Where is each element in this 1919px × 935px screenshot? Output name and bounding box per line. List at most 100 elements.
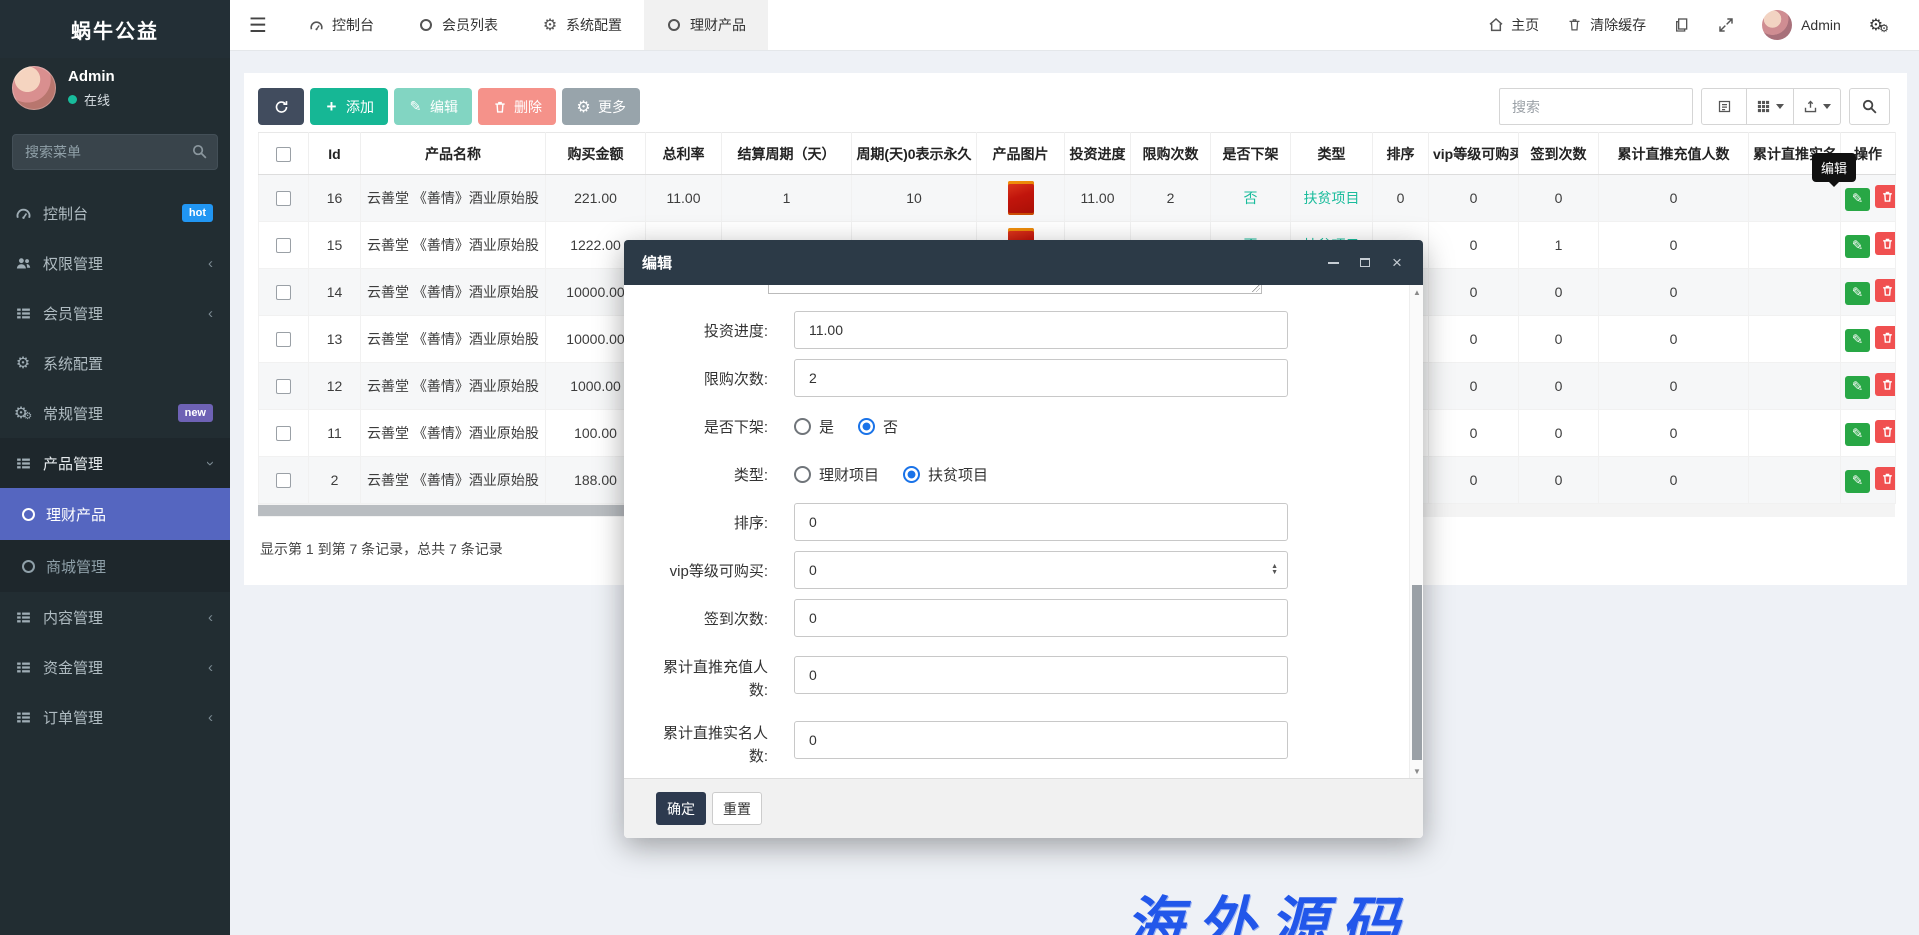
row-checkbox[interactable] — [276, 426, 291, 441]
table-header: Id产品名称购买金额总利率结算周期（天）周期(天)0表示永久产品图片投资进度限购… — [259, 133, 1896, 175]
row-checkbox[interactable] — [276, 473, 291, 488]
clear-cache-button[interactable]: 清除缓存 — [1553, 0, 1660, 50]
radio-input[interactable] — [794, 466, 811, 483]
user-status-label: 在线 — [84, 90, 110, 109]
top-navbar: ☰ 控制台 会员列表 ⚙ 系统配置 理财产品 主页 — [230, 0, 1919, 51]
form-row: 签到次数: — [650, 599, 1423, 637]
add-button[interactable]: + 添加 — [310, 88, 388, 125]
row-delete-button[interactable] — [1875, 420, 1896, 443]
row-delete-button[interactable] — [1875, 467, 1896, 490]
reset-button[interactable]: 重置 — [712, 792, 762, 825]
field-label: 签到次数: — [650, 599, 768, 637]
detail-view-button[interactable] — [1701, 88, 1747, 125]
select-all-checkbox[interactable] — [276, 147, 291, 162]
home-button[interactable]: 主页 — [1474, 0, 1553, 50]
export-button[interactable] — [1794, 88, 1841, 125]
sidebar-search-input[interactable] — [12, 134, 218, 170]
field-input[interactable] — [794, 503, 1288, 541]
field-input[interactable] — [794, 599, 1288, 637]
maximize-icon[interactable] — [1357, 255, 1373, 271]
row-checkbox[interactable] — [276, 379, 291, 394]
list-icon — [14, 708, 32, 726]
row-edit-button[interactable]: ✎ — [1845, 188, 1870, 211]
tab-system-config[interactable]: ⚙ 系统配置 — [520, 0, 644, 50]
number-spinner-icon[interactable]: ▲▼ — [1271, 564, 1278, 576]
modal-scrollbar[interactable]: ▲ ▼ — [1409, 285, 1423, 778]
row-delete-button[interactable] — [1875, 373, 1896, 396]
sidebar-item-financial-products[interactable]: 理财产品 — [0, 488, 230, 540]
sidebar-item-funds[interactable]: 资金管理 ‹ — [0, 642, 230, 692]
scroll-down-icon[interactable]: ▼ — [1410, 764, 1423, 778]
confirm-button[interactable]: 确定 — [656, 792, 706, 825]
list-icon — [14, 658, 32, 676]
edit-button[interactable]: ✎ 编辑 — [394, 88, 472, 125]
row-checkbox[interactable] — [276, 238, 291, 253]
radio-option[interactable]: 扶贫项目 — [903, 464, 988, 485]
textarea-partial[interactable] — [768, 285, 1262, 294]
radio-input[interactable] — [903, 466, 920, 483]
row-edit-button[interactable]: ✎ — [1845, 282, 1870, 305]
field-input[interactable] — [794, 721, 1288, 759]
row-delete-button[interactable] — [1875, 232, 1896, 255]
settings-cogs-icon[interactable]: ⚙⚙ — [1855, 0, 1903, 50]
list-icon — [14, 304, 32, 322]
users-icon — [14, 254, 32, 272]
more-button[interactable]: ⚙ 更多 — [562, 88, 640, 125]
fullscreen-button[interactable] — [1704, 0, 1748, 50]
modal-scrollbar-thumb[interactable] — [1412, 585, 1422, 760]
tab-member-list[interactable]: 会员列表 — [396, 0, 520, 50]
resize-grip-icon[interactable] — [1252, 285, 1260, 292]
radio-option[interactable]: 是 — [794, 416, 834, 437]
field-input[interactable] — [794, 551, 1288, 589]
scroll-up-icon[interactable]: ▲ — [1410, 285, 1423, 299]
column-header: 周期(天)0表示永久 — [852, 133, 977, 175]
column-header: 产品图片 — [977, 133, 1065, 175]
row-checkbox[interactable] — [276, 285, 291, 300]
sidebar-item-permissions[interactable]: 权限管理 ‹ — [0, 238, 230, 288]
field-input[interactable] — [794, 311, 1288, 349]
close-icon[interactable]: × — [1389, 255, 1405, 271]
minimize-icon[interactable] — [1325, 255, 1341, 271]
row-delete-button[interactable] — [1875, 326, 1896, 349]
field-label: 类型: — [650, 455, 768, 493]
sidebar-item-content[interactable]: 内容管理 ‹ — [0, 592, 230, 642]
tab-financial-products[interactable]: 理财产品 — [644, 0, 768, 50]
delete-button[interactable]: 删除 — [478, 88, 556, 125]
field-input[interactable] — [794, 359, 1288, 397]
column-header: 签到次数 — [1519, 133, 1599, 175]
avatar[interactable] — [12, 66, 56, 110]
row-edit-button[interactable]: ✎ — [1845, 235, 1870, 258]
sidebar-item-products[interactable]: 产品管理 › — [0, 438, 230, 488]
sidebar-item-dashboard[interactable]: 控制台 hot — [0, 188, 230, 238]
radio-input[interactable] — [794, 418, 811, 435]
search-button[interactable] — [1849, 88, 1890, 125]
modal-title: 编辑 — [642, 252, 672, 273]
radio-option[interactable]: 否 — [858, 416, 898, 437]
refresh-button[interactable] — [258, 88, 304, 125]
columns-button[interactable] — [1747, 88, 1794, 125]
row-delete-button[interactable] — [1875, 279, 1896, 302]
row-edit-button[interactable]: ✎ — [1845, 329, 1870, 352]
sidebar-item-members[interactable]: 会员管理 ‹ — [0, 288, 230, 338]
user-menu[interactable]: Admin — [1748, 0, 1855, 50]
sidebar-item-general[interactable]: ⚙⚙ 常规管理 new — [0, 388, 230, 438]
hamburger-menu-icon[interactable]: ☰ — [230, 0, 286, 50]
row-edit-button[interactable]: ✎ — [1845, 470, 1870, 493]
sidebar-item-mall[interactable]: 商城管理 — [0, 540, 230, 592]
field-label: 排序: — [650, 503, 768, 541]
row-checkbox[interactable] — [276, 191, 291, 206]
table-search-input[interactable] — [1499, 88, 1693, 125]
form-row: 类型: 理财项目 扶贫项目 — [650, 455, 1423, 493]
field-input[interactable] — [794, 656, 1288, 694]
row-delete-button[interactable] — [1875, 185, 1896, 208]
row-checkbox[interactable] — [276, 332, 291, 347]
sidebar-item-system-config[interactable]: ⚙ 系统配置 — [0, 338, 230, 388]
row-edit-button[interactable]: ✎ — [1845, 423, 1870, 446]
log-button[interactable] — [1660, 0, 1704, 50]
modal-header[interactable]: 编辑 × — [624, 240, 1423, 285]
sidebar-item-orders[interactable]: 订单管理 ‹ — [0, 692, 230, 742]
radio-option[interactable]: 理财项目 — [794, 464, 879, 485]
tab-dashboard[interactable]: 控制台 — [286, 0, 396, 50]
row-edit-button[interactable]: ✎ — [1845, 376, 1870, 399]
radio-input[interactable] — [858, 418, 875, 435]
